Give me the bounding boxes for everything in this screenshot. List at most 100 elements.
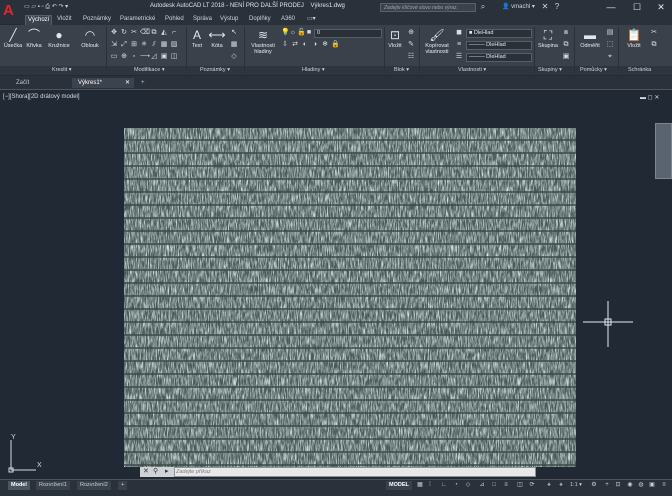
doc-tab-start[interactable]: Začít — [10, 78, 70, 88]
table-icon[interactable]: ▦ — [230, 41, 238, 49]
search-icon[interactable]: ⌕ — [478, 2, 488, 12]
boundary-icon[interactable]: ◫ — [170, 53, 178, 61]
mirror-icon[interactable]: ◭ — [160, 29, 168, 37]
navigation-bar[interactable] — [655, 123, 672, 179]
viewport-window-controls[interactable]: ▬ ◻ ✕ — [640, 94, 659, 101]
scale-icon[interactable]: ⤢ — [120, 41, 128, 49]
command-line-input[interactable] — [174, 467, 536, 477]
save-as-icon[interactable]: ▫ — [41, 4, 43, 10]
copy-icon[interactable]: ⧉ — [150, 29, 158, 37]
redo-icon[interactable]: ↷ — [58, 4, 63, 10]
panel-clipboard-title[interactable]: Schránka — [628, 66, 651, 75]
close-button[interactable]: ✕ — [648, 1, 672, 13]
selection-cycling-icon[interactable]: ⟳ — [528, 481, 536, 490]
layout-tab-model[interactable]: Model — [8, 481, 30, 490]
linetype-dropdown[interactable]: ──── DleHlad — [466, 41, 532, 50]
open-icon[interactable]: ▱ — [31, 4, 36, 10]
panel-annotation-title[interactable]: Poznámky ▾ — [200, 66, 230, 75]
tab-more-icon[interactable]: ▭▾ — [305, 15, 318, 24]
layout-tab-layout2[interactable]: Rozvržení2 — [77, 481, 111, 490]
panel-layers-title[interactable]: Hladiny ▾ — [302, 66, 325, 75]
model-space-button[interactable]: MODEL — [386, 481, 412, 490]
auto-scale-icon[interactable]: ⚹ — [557, 481, 565, 490]
ungroup-icon[interactable]: ⧈ — [562, 29, 570, 37]
panel-utilities-title[interactable]: Pomůcky ▾ — [580, 66, 607, 75]
object-snap-tracking-icon[interactable]: ⊿ — [478, 481, 486, 490]
search-input[interactable]: Zadejte klíčové slovo nebo výraz. — [380, 3, 476, 12]
tab-parametric[interactable]: Parametrické — [118, 15, 157, 24]
measure-button[interactable]: ▬ Odměřit — [577, 28, 603, 49]
ortho-icon[interactable]: ∟ — [440, 481, 448, 490]
new-tab-button[interactable]: + — [138, 78, 150, 88]
lineweight-dropdown[interactable]: ──── DleHlad — [466, 53, 532, 62]
break-icon[interactable]: ▫ — [130, 53, 138, 61]
command-settings-icon[interactable]: ⚲ — [153, 467, 158, 475]
edit-block-icon[interactable]: ✎ — [407, 41, 415, 49]
chamfer-icon[interactable]: ◿ — [150, 53, 158, 61]
exchange-icon[interactable]: ✕ — [540, 2, 550, 12]
make-current-icon[interactable]: ⇩ — [281, 41, 289, 49]
hatch-icon[interactable]: ▦ — [160, 41, 168, 49]
lineweight-toggle-icon[interactable]: ≡ — [502, 481, 510, 490]
workspace-gear-icon[interactable]: ⚙ — [590, 481, 598, 490]
isodraft-icon[interactable]: ◇ — [464, 481, 472, 490]
array-icon[interactable]: ⊞ — [130, 41, 138, 49]
rectangle-icon[interactable]: ▭ — [110, 53, 118, 61]
save-icon[interactable]: ▪ — [38, 4, 40, 10]
snap-icon[interactable]: ⁞ — [426, 481, 434, 490]
extend-icon[interactable]: ⟶ — [140, 53, 150, 61]
join-icon[interactable]: ⊕ — [120, 53, 128, 61]
erase-icon[interactable]: ⌫ — [140, 29, 150, 37]
arc-button[interactable]: ◠ Oblouk — [78, 28, 102, 49]
color-dropdown[interactable]: ■ DleHlad — [466, 29, 532, 38]
cut-icon[interactable]: ✂ — [650, 29, 658, 37]
clean-screen-icon[interactable]: ▣ — [648, 481, 656, 490]
layout-tab-layout1[interactable]: Rozvržení1 — [36, 481, 70, 490]
edit-attributes-icon[interactable]: ☷ — [407, 53, 415, 61]
leader-icon[interactable]: ↖ — [230, 29, 238, 37]
text-button[interactable]: A Text — [189, 28, 205, 49]
offset-icon[interactable]: ⫽ — [150, 41, 158, 49]
explode-icon[interactable]: ✳ — [140, 41, 148, 49]
doc-tab-drawing1[interactable]: Výkres1* ✕ — [72, 78, 134, 88]
dimension-button[interactable]: ⟷ Kóta — [208, 28, 226, 49]
paste-button[interactable]: 📋 Vložit — [624, 28, 644, 49]
tab-a360[interactable]: A360 — [279, 15, 297, 24]
tab-output[interactable]: Výstup — [218, 15, 240, 24]
block-insert-button[interactable]: ⊡ Vložit — [386, 28, 404, 49]
region-icon[interactable]: ▣ — [160, 53, 168, 61]
tab-home[interactable]: Výchozí — [25, 15, 53, 25]
line-button[interactable]: ╱ Úsečka — [2, 28, 24, 49]
help-icon[interactable]: ? — [552, 2, 562, 12]
layer-lock-icon[interactable]: 🔒 — [331, 41, 340, 49]
customization-icon[interactable]: ≡ — [660, 481, 668, 490]
layer-properties-button[interactable]: ≋ Vlastnosti hladiny — [248, 28, 278, 55]
id-point-icon[interactable]: ⌖ — [606, 53, 614, 61]
grid-icon[interactable]: ▦ — [416, 481, 424, 490]
tab-addins[interactable]: Doplňky — [247, 15, 273, 24]
gradient-icon[interactable]: ▨ — [170, 41, 178, 49]
transparency-icon[interactable]: ◫ — [516, 481, 524, 490]
match-layer-icon[interactable]: ⇄ — [291, 41, 299, 49]
calculator-icon[interactable]: ▤ — [606, 29, 614, 37]
layer-dropdown[interactable]: 0 — [314, 29, 382, 38]
select-all-icon[interactable]: ⬚ — [606, 41, 614, 49]
annotation-scale[interactable]: 1:1 ▾ — [570, 481, 582, 490]
group-button[interactable]: ⛶ Skupina — [536, 28, 560, 49]
panel-draw-title[interactable]: Kreslit ▾ — [52, 66, 72, 75]
panel-modify-title[interactable]: Modifikace ▾ — [134, 66, 165, 75]
tab-manage[interactable]: Správa — [191, 15, 214, 24]
units-icon[interactable]: ⊡ — [614, 481, 622, 490]
new-icon[interactable]: ▭ — [24, 4, 30, 10]
add-layout-button[interactable]: + — [118, 481, 128, 490]
move-icon[interactable]: ✥ — [110, 29, 118, 37]
object-snap-icon[interactable]: □ — [490, 481, 498, 490]
panel-groups-title[interactable]: Skupiny ▾ — [538, 66, 562, 75]
create-block-icon[interactable]: ⊕ — [407, 29, 415, 37]
isolate-objects-icon[interactable]: ◉ — [626, 481, 634, 490]
polyline-button[interactable]: ⌒ Křivka — [24, 28, 44, 49]
minimize-button[interactable]: — — [598, 1, 624, 13]
tab-view[interactable]: Pohled — [163, 15, 186, 24]
qat-dropdown-icon[interactable]: ▾ — [65, 4, 68, 10]
group-selection-icon[interactable]: ▣ — [562, 53, 570, 61]
